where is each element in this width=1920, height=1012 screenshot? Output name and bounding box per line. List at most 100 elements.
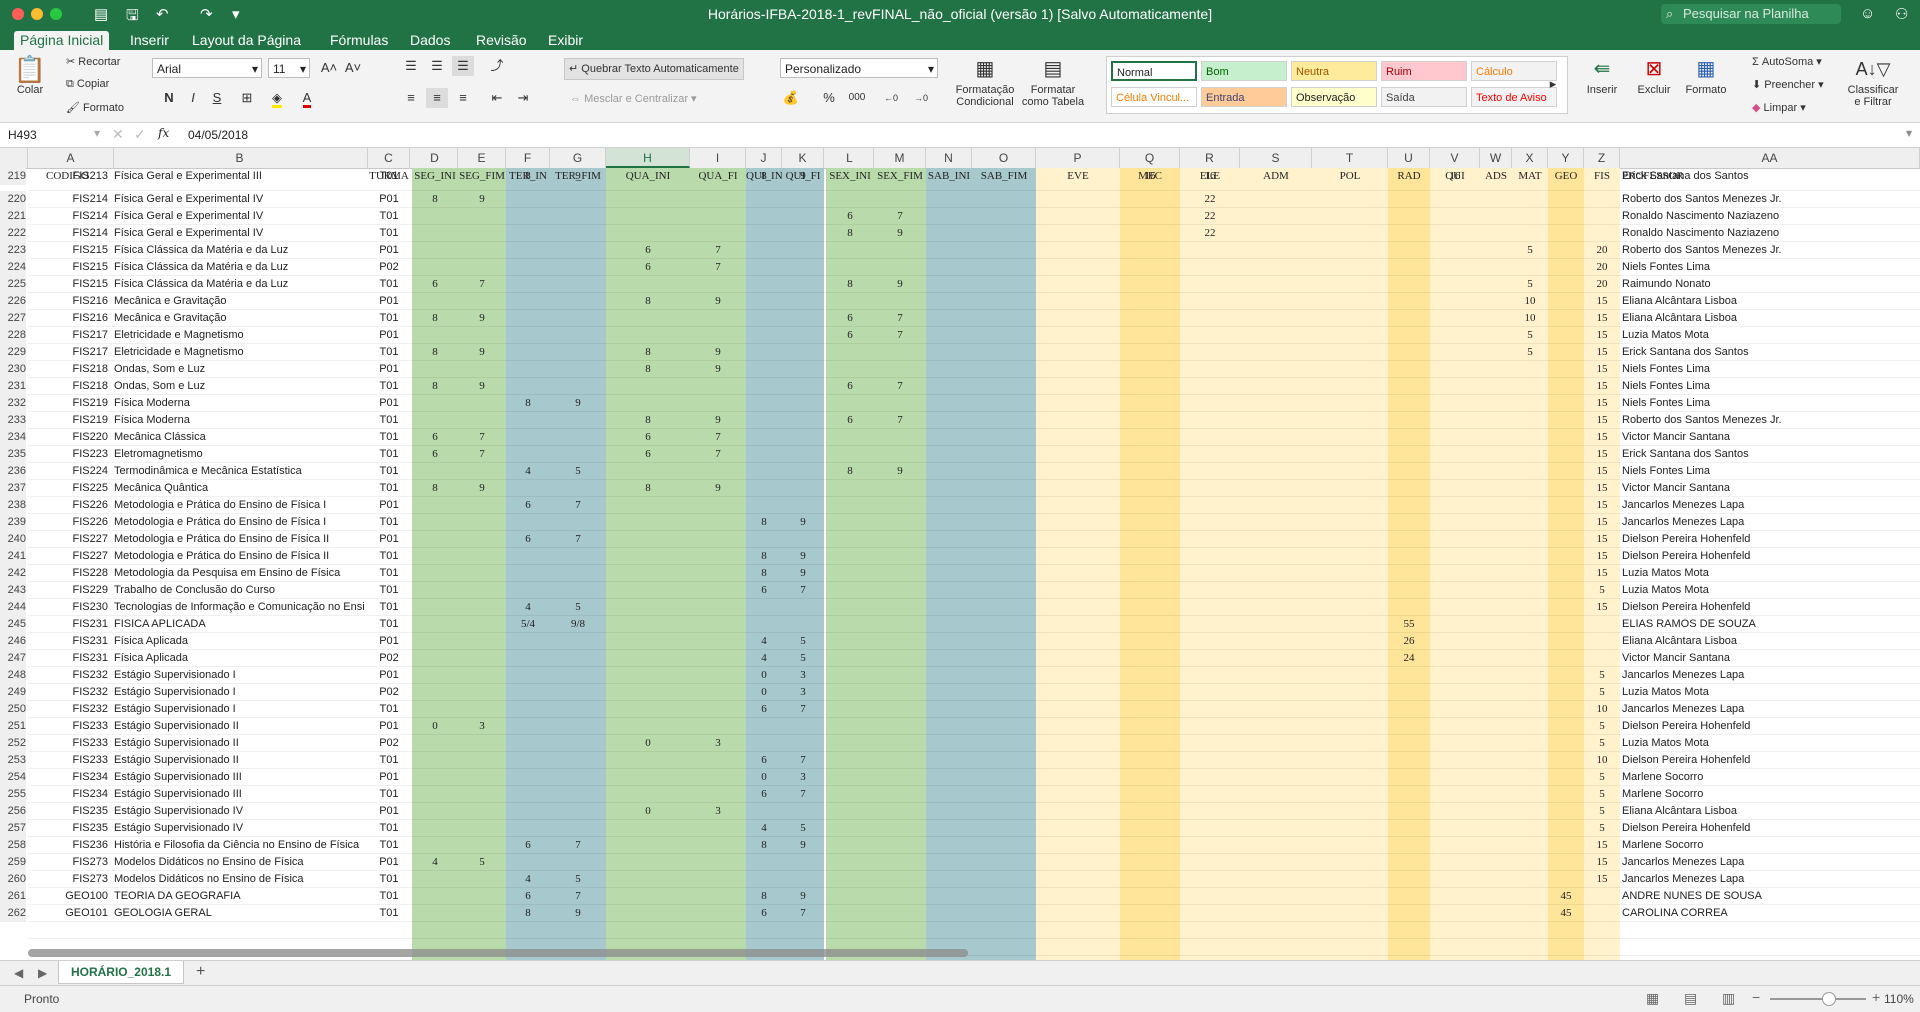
cell[interactable]: Física Geral e Experimental IV [114, 191, 366, 208]
cell[interactable]: 7 [874, 412, 926, 429]
font-size-select[interactable]: 11 ▾ [268, 58, 310, 78]
column-header-i[interactable]: I [690, 148, 746, 168]
wrap-text-button[interactable]: ↵ Quebrar Texto Automaticamente [564, 58, 744, 80]
cell[interactable]: 5 [550, 871, 606, 888]
cell[interactable]: FIS234 [28, 786, 108, 803]
cell[interactable]: 7 [458, 446, 506, 463]
cell[interactable]: 8 [826, 463, 874, 480]
cell[interactable]: T01 [368, 344, 410, 361]
row-number[interactable]: 258 [0, 837, 26, 854]
worksheet-grid[interactable]: 1CODIGOTURMASEG_INISEG_FIMTER_INTER_FIMQ… [0, 168, 1920, 960]
row-number[interactable]: 262 [0, 905, 26, 922]
column-header-a[interactable]: A [28, 148, 114, 168]
cell[interactable]: 15 [1584, 395, 1620, 412]
prev-sheet-icon[interactable]: ◀ [14, 966, 23, 980]
cell[interactable]: 8 [506, 168, 550, 185]
cell[interactable]: P01 [368, 531, 410, 548]
cell[interactable]: P01 [368, 327, 410, 344]
cell[interactable]: Estágio Supervisionado IV [114, 803, 366, 820]
cell[interactable]: 9 [690, 412, 746, 429]
increase-font-button[interactable]: A˄ [318, 58, 340, 78]
row-number[interactable]: 247 [0, 650, 26, 667]
cell[interactable]: Eliana Alcântara Lisboa [1622, 310, 1920, 327]
cancel-icon[interactable]: ✕ [112, 126, 124, 143]
cell[interactable]: 9 [458, 378, 506, 395]
cell[interactable]: P01 [368, 803, 410, 820]
cell[interactable]: CAROLINA CORREA [1622, 905, 1920, 922]
cell[interactable]: ELIAS RAMOS DE SOUZA [1622, 616, 1920, 633]
cell[interactable]: Ronaldo Nascimento Naziazeno [1622, 208, 1920, 225]
cell[interactable]: 9 [874, 276, 926, 293]
cell[interactable]: 6 [412, 276, 458, 293]
cell[interactable]: 5 [1584, 786, 1620, 803]
cell[interactable]: T01 [368, 752, 410, 769]
column-header-c[interactable]: C [368, 148, 410, 168]
cell[interactable]: 9 [550, 168, 606, 185]
align-center-icon[interactable]: ≡ [426, 88, 448, 108]
row-number[interactable]: 242 [0, 565, 26, 582]
cell[interactable]: FIS231 [28, 616, 108, 633]
cell[interactable]: 7 [550, 837, 606, 854]
cell[interactable]: 5 [782, 650, 824, 667]
underline-button[interactable]: S [206, 88, 228, 108]
cell[interactable]: P01 [368, 497, 410, 514]
cell[interactable]: 6 [506, 837, 550, 854]
cell[interactable]: Jancarlos Menezes Lapa [1622, 667, 1920, 684]
search-input[interactable]: ⌕ Pesquisar na Planilha [1661, 4, 1841, 24]
cell[interactable]: P01 [368, 769, 410, 786]
style-3[interactable]: Ruim [1381, 61, 1467, 81]
cell[interactable]: FIS235 [28, 803, 108, 820]
cell[interactable]: FIS217 [28, 344, 108, 361]
cell[interactable]: 7 [782, 905, 824, 922]
cell[interactable]: Estágio Supervisionado I [114, 701, 366, 718]
cell[interactable]: P01 [368, 293, 410, 310]
cell[interactable]: Victor Mancir Santana [1622, 429, 1920, 446]
cell[interactable]: 0 [606, 803, 690, 820]
cell[interactable]: 8 [412, 344, 458, 361]
cell[interactable]: Luzia Matos Mota [1622, 565, 1920, 582]
fill-color-icon[interactable]: ◈ [266, 88, 288, 108]
cell[interactable]: ANDRE NUNES DE SOUSA [1622, 888, 1920, 905]
cell[interactable]: Estágio Supervisionado II [114, 735, 366, 752]
cell[interactable]: 5 [458, 854, 506, 871]
cell[interactable]: 16 [1180, 168, 1240, 185]
name-box-chevron-icon[interactable]: ▾ [94, 126, 100, 140]
row-number[interactable]: 237 [0, 480, 26, 497]
column-header-q[interactable]: Q [1120, 148, 1180, 168]
cell[interactable]: 6 [412, 446, 458, 463]
cell[interactable]: GEO101 [28, 905, 108, 922]
cell[interactable]: T01 [368, 429, 410, 446]
cell[interactable]: Ronaldo Nascimento Naziazeno [1622, 225, 1920, 242]
cell[interactable]: 9 [782, 514, 824, 531]
expand-formula-icon[interactable]: ▾ [1906, 126, 1912, 140]
cell[interactable]: TEORIA DA GEOGRAFIA [114, 888, 366, 905]
cell[interactable]: FIS223 [28, 446, 108, 463]
cell[interactable]: FIS231 [28, 650, 108, 667]
cell[interactable]: P01 [368, 667, 410, 684]
cell[interactable]: FIS232 [28, 701, 108, 718]
cell[interactable]: 0 [746, 667, 782, 684]
cell[interactable]: Jancarlos Menezes Lapa [1622, 514, 1920, 531]
cell[interactable]: 8 [606, 361, 690, 378]
cell[interactable]: T01 [368, 582, 410, 599]
cell[interactable]: 6 [746, 752, 782, 769]
row-number[interactable]: 228 [0, 327, 26, 344]
cell[interactable]: 9 [782, 837, 824, 854]
cell[interactable]: 9 [690, 480, 746, 497]
cell[interactable]: 5 [782, 820, 824, 837]
cell[interactable]: Metodologia e Prática do Ensino de Físic… [114, 531, 366, 548]
cell[interactable]: Marlene Socorro [1622, 837, 1920, 854]
cell[interactable]: T01 [368, 168, 410, 185]
cell[interactable]: FIS225 [28, 480, 108, 497]
cell[interactable]: 15 [1584, 310, 1620, 327]
cell[interactable]: T01 [368, 888, 410, 905]
row-number[interactable]: 232 [0, 395, 26, 412]
cell[interactable]: 9 [458, 480, 506, 497]
cell[interactable]: 15 [1584, 548, 1620, 565]
row-number[interactable]: 241 [0, 548, 26, 565]
cell[interactable]: 9 [690, 344, 746, 361]
number-format-select[interactable]: Personalizado ▾ [780, 58, 938, 78]
cell[interactable]: P01 [368, 718, 410, 735]
cell[interactable]: FIS233 [28, 752, 108, 769]
normal-view-icon[interactable]: ▦ [1646, 990, 1659, 1007]
